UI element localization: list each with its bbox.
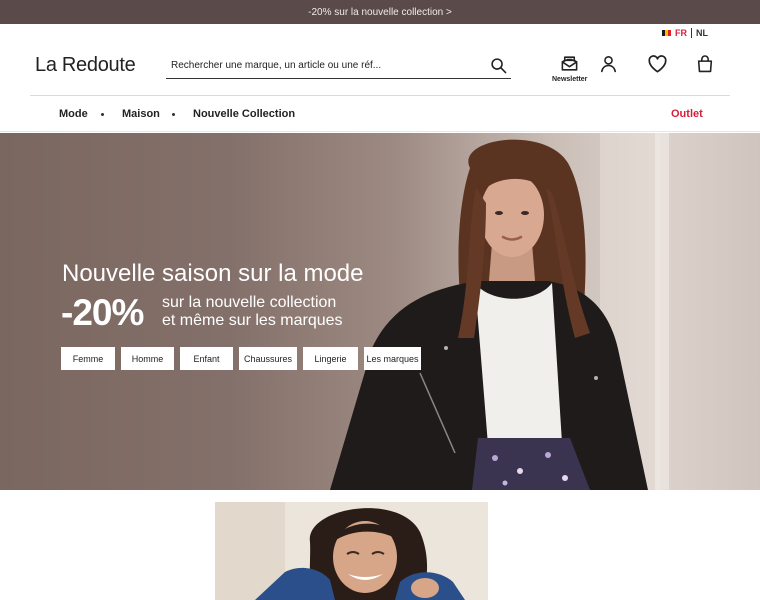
hero-button-chaussures[interactable]: Chaussures xyxy=(239,347,297,370)
hero-button-lingerie[interactable]: Lingerie xyxy=(303,347,358,370)
nav-separator xyxy=(172,113,175,116)
newsletter-label: Newsletter xyxy=(552,76,588,83)
lang-fr-link[interactable]: FR xyxy=(675,28,687,38)
promo-card[interactable] xyxy=(215,502,488,600)
header: FR NL La Redoute Newsletter xyxy=(0,24,760,96)
hero-discount: -20% xyxy=(61,292,144,333)
heart-icon xyxy=(648,55,667,73)
hero-subtitle-line-1: sur la nouvelle collection xyxy=(162,294,337,311)
bag-icon xyxy=(697,55,713,73)
wishlist-button[interactable] xyxy=(647,54,668,73)
newsletter-icon xyxy=(561,56,578,71)
search-input[interactable] xyxy=(166,54,485,77)
promo-card-image xyxy=(215,502,488,600)
newsletter-button[interactable]: Newsletter xyxy=(552,54,587,83)
hero-button-femme[interactable]: Femme xyxy=(61,347,115,370)
search-icon xyxy=(490,58,506,74)
nav-item-outlet[interactable]: Outlet xyxy=(671,108,703,120)
cart-button[interactable] xyxy=(696,54,714,73)
hero-subtitle-line-2: et même sur les marques xyxy=(162,312,343,329)
nav-separator xyxy=(101,113,104,116)
lang-divider xyxy=(691,28,692,38)
promo-banner[interactable]: -20% sur la nouvelle collection > xyxy=(0,0,760,24)
promo-text[interactable]: -20% sur la nouvelle collection > xyxy=(308,7,452,18)
lang-nl-link[interactable]: NL xyxy=(696,28,708,38)
hero-subtitle: sur la nouvelle collection et même sur l… xyxy=(162,294,343,330)
hero-title: Nouvelle saison sur la mode xyxy=(62,260,364,287)
account-icon xyxy=(600,55,617,73)
search-button[interactable] xyxy=(485,54,511,78)
account-button[interactable] xyxy=(599,54,618,73)
belgium-flag-icon xyxy=(662,30,671,36)
hero-button-les-marques[interactable]: Les marques xyxy=(364,347,421,370)
search-bar xyxy=(166,53,511,79)
nav-item-mode[interactable]: Mode xyxy=(59,108,88,120)
main-nav: Mode Maison Nouvelle Collection Outlet xyxy=(0,96,760,132)
hero-banner[interactable]: Nouvelle saison sur la mode -20% sur la … xyxy=(0,133,760,490)
language-switcher: FR NL xyxy=(662,28,708,38)
hero-button-enfant[interactable]: Enfant xyxy=(180,347,233,370)
nav-item-nouvelle-collection[interactable]: Nouvelle Collection xyxy=(193,108,295,120)
nav-item-maison[interactable]: Maison xyxy=(122,108,160,120)
logo[interactable]: La Redoute xyxy=(35,54,136,77)
hero-button-homme[interactable]: Homme xyxy=(121,347,174,370)
hero-category-buttons: Femme Homme Enfant Chaussures Lingerie L… xyxy=(61,347,421,370)
